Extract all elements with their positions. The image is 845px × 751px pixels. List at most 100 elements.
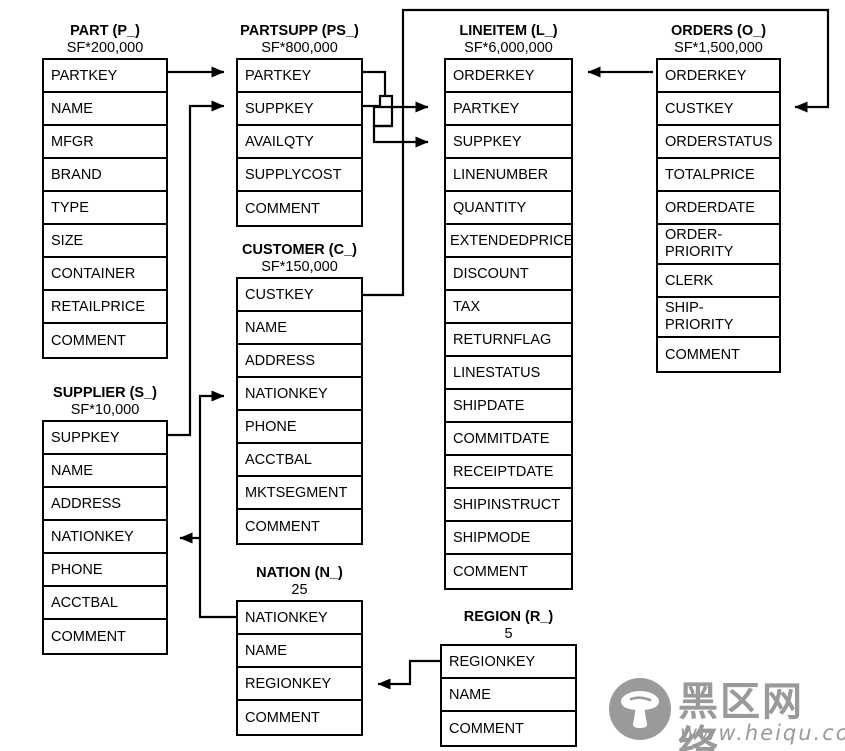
entity-supplier-cardinality: SF*10,000	[70, 402, 140, 418]
entity-lineitem-title: LINEITEM (L_)	[459, 23, 558, 39]
watermark: 黑区网络 www.heiqu.com	[606, 678, 845, 751]
field-customer-mktsegment[interactable]: MKTSEGMENT	[238, 477, 361, 510]
entity-customer-cardinality: SF*150,000	[261, 259, 338, 275]
wire-partsupp-partkey-stub	[363, 70, 387, 96]
field-part-partkey[interactable]: PARTKEY	[44, 60, 166, 93]
entity-orders-title: ORDERS (O_)	[670, 23, 767, 39]
field-part-size[interactable]: SIZE	[44, 225, 166, 258]
entity-nation: NATION (N_) 25 NATIONKEY NAME REGIONKEY …	[236, 564, 363, 736]
field-orders-orderdate[interactable]: ORDERDATE	[658, 192, 779, 225]
field-lineitem-linestatus[interactable]: LINESTATUS	[446, 357, 571, 390]
entity-lineitem-cardinality: SF*6,000,000	[464, 40, 553, 56]
field-lineitem-suppkey[interactable]: SUPPKEY	[446, 126, 571, 159]
field-orders-comment[interactable]: COMMENT	[658, 338, 779, 371]
field-customer-comment[interactable]: COMMENT	[238, 510, 361, 543]
entity-part: PART (P_) SF*200,000 PARTKEY NAME MFGR B…	[42, 22, 168, 359]
entity-part-box: PARTKEY NAME MFGR BRAND TYPE SIZE CONTAI…	[42, 58, 168, 359]
field-lineitem-commitdate[interactable]: COMMITDATE	[446, 423, 571, 456]
field-partsupp-availqty[interactable]: AVAILQTY	[238, 126, 361, 159]
field-part-container[interactable]: CONTAINER	[44, 258, 166, 291]
field-lineitem-partkey[interactable]: PARTKEY	[446, 93, 571, 126]
field-orders-orderpriority[interactable]: ORDER- PRIORITY	[658, 225, 779, 265]
wire-partsupp-to-lineitem-partkey	[372, 94, 429, 128]
field-nation-comment[interactable]: COMMENT	[238, 701, 361, 734]
entity-lineitem: LINEITEM (L_) SF*6,000,000 ORDERKEY PART…	[444, 22, 573, 590]
field-partsupp-supplycost[interactable]: SUPPLYCOST	[238, 159, 361, 192]
schema-diagram-canvas: PART (P_) SF*200,000 PARTKEY NAME MFGR B…	[0, 0, 845, 751]
wire-region-regionkey-to-nation-regionkey	[377, 659, 440, 690]
field-orders-custkey[interactable]: CUSTKEY	[658, 93, 779, 126]
entity-region-cardinality: 5	[504, 626, 513, 642]
field-lineitem-tax[interactable]: TAX	[446, 291, 571, 324]
entity-partsupp-box: PARTKEY SUPPKEY AVAILQTY SUPPLYCOST COMM…	[236, 58, 363, 227]
entity-region-title: REGION (R_)	[463, 609, 554, 625]
field-supplier-suppkey[interactable]: SUPPKEY	[44, 422, 166, 455]
field-lineitem-shipmode[interactable]: SHIPMODE	[446, 522, 571, 555]
field-lineitem-linenumber[interactable]: LINENUMBER	[446, 159, 571, 192]
field-lineitem-comment[interactable]: COMMENT	[446, 555, 571, 588]
entity-customer-box: CUSTKEY NAME ADDRESS NATIONKEY PHONE ACC…	[236, 277, 363, 545]
entity-part-title: PART (P_)	[70, 23, 140, 39]
field-supplier-phone[interactable]: PHONE	[44, 554, 166, 587]
field-supplier-nationkey[interactable]: NATIONKEY	[44, 521, 166, 554]
entity-supplier: SUPPLIER (S_) SF*10,000 SUPPKEY NAME ADD…	[42, 384, 168, 655]
field-customer-custkey[interactable]: CUSTKEY	[238, 279, 361, 312]
field-nation-nationkey[interactable]: NATIONKEY	[238, 602, 361, 635]
wire-partsupp-suppkey-stub	[363, 94, 385, 108]
field-supplier-acctbal[interactable]: ACCTBAL	[44, 587, 166, 620]
entity-orders: ORDERS (O_) SF*1,500,000 ORDERKEY CUSTKE…	[656, 22, 781, 373]
field-lineitem-shipdate[interactable]: SHIPDATE	[446, 390, 571, 423]
field-lineitem-extendedprice[interactable]: EXTENDEDPRICE	[446, 225, 573, 258]
field-lineitem-returnflag[interactable]: RETURNFLAG	[446, 324, 571, 357]
field-orders-shippriority[interactable]: SHIP- PRIORITY	[658, 298, 779, 338]
field-part-comment[interactable]: COMMENT	[44, 324, 166, 357]
field-customer-name[interactable]: NAME	[238, 312, 361, 345]
field-region-comment[interactable]: COMMENT	[442, 712, 575, 745]
field-part-type[interactable]: TYPE	[44, 192, 166, 225]
field-partsupp-suppkey[interactable]: SUPPKEY	[238, 93, 361, 126]
field-orders-clerk[interactable]: CLERK	[658, 265, 779, 298]
entity-partsupp-title: PARTSUPP (PS_)	[240, 23, 359, 39]
entity-orders-box: ORDERKEY CUSTKEY ORDERSTATUS TOTALPRICE …	[656, 58, 781, 373]
field-part-name[interactable]: NAME	[44, 93, 166, 126]
field-supplier-name[interactable]: NAME	[44, 455, 166, 488]
entity-orders-cardinality: SF*1,500,000	[674, 40, 763, 56]
entity-partsupp: PARTSUPP (PS_) SF*800,000 PARTKEY SUPPKE…	[236, 22, 363, 227]
field-part-mfgr[interactable]: MFGR	[44, 126, 166, 159]
field-lineitem-discount[interactable]: DISCOUNT	[446, 258, 571, 291]
field-partsupp-comment[interactable]: COMMENT	[238, 192, 361, 225]
field-supplier-comment[interactable]: COMMENT	[44, 620, 166, 653]
field-region-name[interactable]: NAME	[442, 679, 575, 712]
entity-customer-title: CUSTOMER (C_)	[242, 242, 357, 258]
field-part-retailprice[interactable]: RETAILPRICE	[44, 291, 166, 324]
field-part-brand[interactable]: BRAND	[44, 159, 166, 192]
entity-part-cardinality: SF*200,000	[66, 40, 144, 56]
wire-nation-nationkey-to-customer-nationkey	[198, 390, 236, 619]
field-lineitem-quantity[interactable]: QUANTITY	[446, 192, 571, 225]
wire-supplier-suppkey-to-partsupp-suppkey	[168, 100, 225, 437]
entity-region-box: REGIONKEY NAME COMMENT	[440, 644, 577, 747]
field-supplier-address[interactable]: ADDRESS	[44, 488, 166, 521]
entity-lineitem-box: ORDERKEY PARTKEY SUPPKEY LINENUMBER QUAN…	[444, 58, 573, 590]
field-customer-phone[interactable]: PHONE	[238, 411, 361, 444]
entity-customer: CUSTOMER (C_) SF*150,000 CUSTKEY NAME AD…	[236, 241, 363, 545]
field-customer-acctbal[interactable]: ACCTBAL	[238, 444, 361, 477]
entity-nation-cardinality: 25	[291, 582, 308, 598]
field-partsupp-partkey[interactable]: PARTKEY	[238, 60, 361, 93]
entity-region: REGION (R_) 5 REGIONKEY NAME COMMENT	[440, 608, 577, 747]
field-orders-orderkey[interactable]: ORDERKEY	[658, 60, 779, 93]
field-lineitem-orderkey[interactable]: ORDERKEY	[446, 60, 571, 93]
field-lineitem-receiptdate[interactable]: RECEIPTDATE	[446, 456, 571, 489]
entity-nation-title: NATION (N_)	[256, 565, 343, 581]
entity-supplier-title: SUPPLIER (S_)	[53, 385, 157, 401]
watermark-url: www.heiqu.com	[680, 721, 845, 745]
field-lineitem-shipinstruct[interactable]: SHIPINSTRUCT	[446, 489, 571, 522]
field-customer-address[interactable]: ADDRESS	[238, 345, 361, 378]
field-customer-nationkey[interactable]: NATIONKEY	[238, 378, 361, 411]
entity-partsupp-cardinality: SF*800,000	[261, 40, 338, 56]
field-nation-name[interactable]: NAME	[238, 635, 361, 668]
field-region-regionkey[interactable]: REGIONKEY	[442, 646, 575, 679]
field-orders-totalprice[interactable]: TOTALPRICE	[658, 159, 779, 192]
field-nation-regionkey[interactable]: REGIONKEY	[238, 668, 361, 701]
field-orders-orderstatus[interactable]: ORDERSTATUS	[658, 126, 779, 159]
